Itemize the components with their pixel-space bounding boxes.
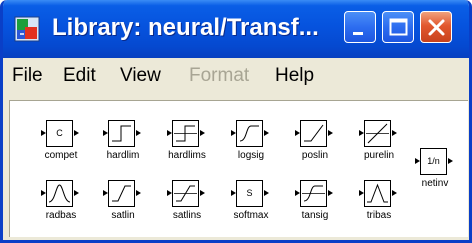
- block-label: hardlims: [168, 150, 206, 161]
- output-port-icon: [392, 190, 397, 196]
- hardlim-icon: [112, 125, 131, 142]
- block-compet[interactable]: C compet: [38, 118, 84, 168]
- block-label: netinv: [421, 178, 449, 189]
- block-label: logsig: [237, 150, 265, 161]
- block-label: tansig: [301, 210, 329, 221]
- output-port-icon: [136, 130, 141, 136]
- output-port-icon: [264, 130, 269, 136]
- block-icon-logsig: [236, 120, 263, 147]
- output-port-icon: [200, 130, 205, 136]
- menu-bar: File Edit View Format Help: [3, 58, 469, 96]
- netinv-symbol: 1/n: [427, 156, 440, 166]
- block-icon-softmax: S: [236, 180, 263, 207]
- softmax-symbol: S: [246, 188, 253, 198]
- library-window: Library: neural/Transf... File Edit View…: [0, 0, 472, 243]
- output-port-icon: [328, 190, 333, 196]
- block-icon-satlin: [108, 180, 135, 207]
- block-tribas[interactable]: tribas: [356, 178, 402, 228]
- window-title: Library: neural/Transf...: [52, 14, 319, 41]
- output-port-icon: [74, 130, 79, 136]
- radbas-icon: [48, 184, 71, 203]
- block-icon-radbas: [46, 180, 73, 207]
- tansig-icon: [302, 185, 325, 202]
- satlin-icon: [112, 185, 131, 202]
- block-icon-poslin: [300, 120, 327, 147]
- block-label: satlins: [172, 210, 202, 221]
- menu-help[interactable]: Help: [275, 65, 314, 87]
- block-poslin[interactable]: poslin: [292, 118, 338, 168]
- output-port-icon: [328, 130, 333, 136]
- block-softmax[interactable]: S softmax: [228, 178, 274, 228]
- block-logsig[interactable]: logsig: [228, 118, 274, 168]
- minimize-button[interactable]: [344, 11, 376, 43]
- block-icon-hardlims: [172, 120, 199, 147]
- output-port-icon: [136, 190, 141, 196]
- maximize-icon: [389, 18, 408, 36]
- output-port-icon: [448, 158, 453, 164]
- block-satlins[interactable]: satlins: [164, 178, 210, 228]
- block-icon-purelin: [364, 120, 391, 147]
- block-icon-tansig: [300, 180, 327, 207]
- block-icon-netinv: 1/n: [420, 148, 447, 175]
- block-label: hardlim: [106, 150, 140, 161]
- block-tansig[interactable]: tansig: [292, 178, 338, 228]
- satlins-icon: [174, 185, 197, 202]
- block-icon-compet: C: [46, 120, 73, 147]
- block-label: purelin: [363, 150, 395, 161]
- tribas-icon: [367, 183, 388, 203]
- block-icon-tribas: [364, 180, 391, 207]
- block-hardlims[interactable]: hardlims: [164, 118, 210, 168]
- menu-edit[interactable]: Edit: [63, 65, 96, 87]
- purelin-icon: [366, 123, 389, 144]
- close-button[interactable]: [420, 11, 452, 43]
- menu-view[interactable]: View: [120, 65, 161, 87]
- block-hardlim[interactable]: hardlim: [100, 118, 146, 168]
- block-netinv[interactable]: 1/n netinv: [412, 146, 458, 196]
- compet-symbol: C: [56, 128, 63, 138]
- maximize-button[interactable]: [382, 11, 414, 43]
- block-label: softmax: [233, 210, 269, 221]
- output-port-icon: [264, 190, 269, 196]
- close-icon: [428, 19, 445, 36]
- block-label: poslin: [301, 150, 329, 161]
- output-port-icon: [200, 190, 205, 196]
- menu-file[interactable]: File: [12, 65, 43, 87]
- block-label: tribas: [366, 210, 392, 221]
- simulink-library-icon: [14, 16, 40, 42]
- block-icon-satlins: [172, 180, 199, 207]
- block-purelin[interactable]: purelin: [356, 118, 402, 168]
- logsig-icon: [239, 125, 259, 142]
- block-radbas[interactable]: radbas: [38, 178, 84, 228]
- block-satlin[interactable]: satlin: [100, 178, 146, 228]
- block-icon-hardlim: [108, 120, 135, 147]
- block-label: satlin: [111, 210, 135, 221]
- hardlims-icon: [174, 125, 197, 142]
- library-canvas[interactable]: C compet hardlim hardlims logsig poslin …: [9, 100, 468, 237]
- output-port-icon: [392, 130, 397, 136]
- output-port-icon: [74, 190, 79, 196]
- title-bar[interactable]: Library: neural/Transf...: [3, 0, 469, 58]
- poslin-icon: [304, 124, 324, 142]
- minimize-icon: [353, 32, 363, 35]
- menu-format: Format: [189, 65, 250, 86]
